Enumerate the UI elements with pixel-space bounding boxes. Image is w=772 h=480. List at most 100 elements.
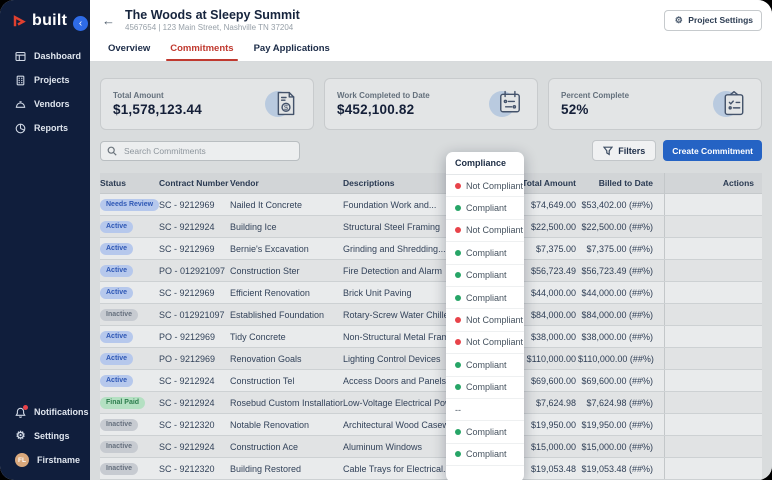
actions-cell[interactable]	[664, 392, 762, 413]
contract-number-cell: SC - 9212924	[159, 222, 230, 232]
actions-cell[interactable]	[664, 414, 762, 435]
sidebar-item-profile[interactable]: FL Firstname	[0, 448, 90, 472]
column-header-billed-to-date[interactable]: Billed to Date	[578, 178, 655, 188]
table-row[interactable]: Active SC - 9212969 Efficient Renovation…	[100, 282, 762, 304]
compliance-item-label: Compliant	[466, 248, 507, 258]
billed-to-date-cell: $7,375.00 (##%)	[578, 244, 655, 254]
sidebar-item-notifications[interactable]: Notifications	[0, 400, 90, 424]
actions-cell[interactable]	[664, 260, 762, 281]
table-row[interactable]: Inactive SC - 9212320 Building Restored …	[100, 458, 762, 480]
sidebar-collapse-button[interactable]: ‹	[73, 16, 88, 31]
column-header-descriptions[interactable]: Descriptions	[343, 178, 448, 188]
description-cell: Low-Voltage Electrical Powe...	[343, 398, 448, 408]
contract-number-cell: SC - 9212320	[159, 464, 230, 474]
compliance-item-label: Not Compliant	[466, 225, 523, 235]
vendor-cell: Notable Renovation	[230, 420, 343, 430]
actions-cell[interactable]	[664, 348, 762, 369]
compliance-status-dot-icon	[455, 183, 461, 189]
project-settings-button[interactable]: ⚙ Project Settings	[664, 10, 762, 31]
compliance-item[interactable]: Compliant	[446, 197, 524, 219]
content-area: Total Amount $1,578,123.44 $	[90, 62, 772, 480]
billed-to-date-cell: $7,624.98 (##%)	[578, 398, 655, 408]
actions-cell[interactable]	[664, 436, 762, 457]
compliance-item[interactable]: Compliant	[446, 242, 524, 264]
compliance-item[interactable]: Compliant	[446, 421, 524, 443]
search-commitments-field[interactable]	[100, 141, 300, 161]
card-value: $1,578,123.44	[113, 102, 202, 117]
description-cell: Structural Steel Framing	[343, 222, 448, 232]
table-toolbar: Filters Create Commitment	[100, 140, 762, 161]
actions-cell[interactable]	[664, 194, 762, 215]
compliance-item[interactable]: --	[446, 399, 524, 421]
sidebar-item-reports[interactable]: Reports	[0, 116, 90, 140]
compliance-item[interactable]: Compliant	[446, 265, 524, 287]
compliance-item[interactable]: Compliant	[446, 287, 524, 309]
project-header: ← The Woods at Sleepy Summit 4567654 | 1…	[90, 0, 772, 40]
actions-cell[interactable]	[664, 458, 762, 479]
compliance-popup-title: Compliance	[446, 152, 524, 175]
status-badge: Active	[100, 221, 133, 233]
sidebar-item-settings[interactable]: ⚙ Settings	[0, 424, 90, 448]
column-header-vendor[interactable]: Vendor	[230, 178, 343, 188]
built-logo-text: built	[32, 12, 67, 30]
tab-pay-applications[interactable]: Pay Applications	[244, 40, 340, 61]
vendor-cell: Construction Ster	[230, 266, 343, 276]
table-row[interactable]: Active PO - 012921097 Construction Ster …	[100, 260, 762, 282]
status-badge: Inactive	[100, 441, 138, 453]
compliance-item-label: Not Compliant	[466, 315, 523, 325]
compliance-item[interactable]: Not Compliant	[446, 220, 524, 242]
compliance-item[interactable]: Compliant	[446, 354, 524, 376]
compliance-item[interactable]: Compliant	[446, 444, 524, 466]
table-row[interactable]: Final Paid SC - 9212924 Rosebud Custom I…	[100, 392, 762, 414]
tab-overview[interactable]: Overview	[98, 40, 160, 61]
compliance-item-label: Not Compliant	[466, 337, 523, 347]
column-header-status[interactable]: Status	[100, 178, 159, 188]
filters-label: Filters	[618, 146, 645, 156]
table-row[interactable]: Active SC - 9212969 Bernie's Excavation …	[100, 238, 762, 260]
status-badge: Inactive	[100, 309, 138, 321]
table-row[interactable]: Needs Review SC - 9212969 Nailed It Conc…	[100, 194, 762, 216]
tab-commitments[interactable]: Commitments	[160, 40, 243, 61]
bell-icon	[15, 407, 26, 418]
table-row[interactable]: Inactive SC - 9212924 Construction Ace A…	[100, 436, 762, 458]
sidebar-spacer	[0, 140, 90, 400]
column-header-contract-number[interactable]: Contract Number	[159, 178, 230, 188]
table-row[interactable]: Inactive SC - 9212320 Notable Renovation…	[100, 414, 762, 436]
status-badge: Inactive	[100, 463, 138, 475]
search-input[interactable]	[122, 145, 293, 157]
filters-button[interactable]: Filters	[592, 140, 656, 161]
description-cell: Grinding and Shredding...	[343, 244, 448, 254]
sidebar-item-label: Projects	[34, 75, 70, 85]
invoice-icon: $	[265, 87, 301, 121]
compliance-item[interactable]: Not Compliant	[446, 175, 524, 197]
card-total-amount: Total Amount $1,578,123.44 $	[100, 78, 314, 130]
actions-cell[interactable]	[664, 282, 762, 303]
create-commitment-button[interactable]: Create Commitment	[663, 140, 762, 161]
compliance-item[interactable]: Compliant	[446, 377, 524, 399]
compliance-status-dot-icon	[455, 429, 461, 435]
billed-to-date-cell: $44,000.00 (##%)	[578, 288, 655, 298]
table-row[interactable]: Active PO - 9212969 Renovation Goals Lig…	[100, 348, 762, 370]
table-row[interactable]: Active SC - 9212924 Building Ice Structu…	[100, 216, 762, 238]
table-row[interactable]: Inactive SC - 012921097 Established Foun…	[100, 304, 762, 326]
actions-cell[interactable]	[664, 326, 762, 347]
actions-cell[interactable]	[664, 216, 762, 237]
vendor-cell: Building Ice	[230, 222, 343, 232]
compliance-item[interactable]: Not Compliant	[446, 309, 524, 331]
table-row[interactable]: Active SC - 9212924 Construction Tel Acc…	[100, 370, 762, 392]
actions-cell[interactable]	[664, 238, 762, 259]
table-row[interactable]: Active PO - 9212969 Tidy Concrete Non-St…	[100, 326, 762, 348]
card-label: Work Completed to Date	[337, 91, 430, 100]
vendor-cell: Tidy Concrete	[230, 332, 343, 342]
sidebar-item-dashboard[interactable]: Dashboard	[0, 44, 90, 68]
sidebar-item-projects[interactable]: Projects	[0, 68, 90, 92]
sidebar-item-vendors[interactable]: Vendors	[0, 92, 90, 116]
status-badge: Needs Review	[100, 199, 159, 211]
back-arrow-icon[interactable]: ←	[102, 13, 115, 28]
compliance-item[interactable]: Not Compliant	[446, 332, 524, 354]
clipboard-check-icon	[713, 87, 749, 121]
actions-cell[interactable]	[664, 304, 762, 325]
billed-to-date-cell: $15,000.00 (##%)	[578, 442, 655, 452]
vendor-cell: Nailed It Concrete	[230, 200, 343, 210]
actions-cell[interactable]	[664, 370, 762, 391]
